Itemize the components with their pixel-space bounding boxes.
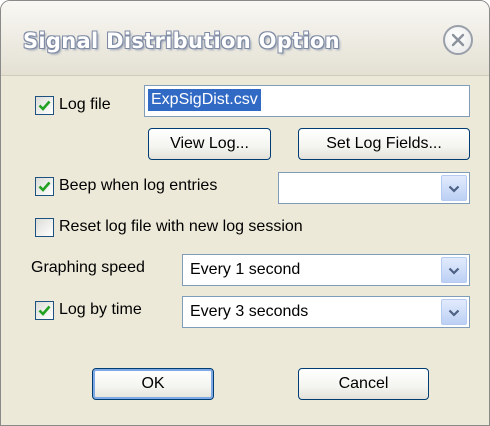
dialog-window: Signal Distribution Option Log file ExpS… (0, 0, 490, 426)
beep-entries-dropdown[interactable] (278, 172, 470, 204)
title-bar[interactable]: Signal Distribution Option (1, 1, 489, 76)
beep-label: Beep when log entries (59, 177, 218, 194)
log-file-field[interactable]: ExpSigDist.csv (144, 85, 470, 117)
dialog-body: Log file ExpSigDist.csv View Log... Set … (1, 76, 489, 425)
ok-button[interactable]: OK (92, 368, 214, 400)
beep-checkbox[interactable] (35, 177, 54, 196)
checkmark-icon (38, 181, 51, 192)
set-log-fields-button[interactable]: Set Log Fields... (298, 128, 470, 160)
log-by-time-value: Every 3 seconds (190, 303, 309, 320)
graphing-speed-dropdown-arrow[interactable] (441, 257, 467, 283)
log-by-time-dropdown[interactable]: Every 3 seconds (182, 296, 470, 328)
window-title: Signal Distribution Option (23, 29, 340, 53)
chevron-down-icon (448, 309, 460, 317)
beep-dropdown-arrow[interactable] (441, 175, 467, 201)
log-file-checkbox[interactable] (35, 96, 54, 115)
close-icon (451, 33, 465, 47)
checkmark-icon (38, 100, 51, 111)
graphing-speed-label: Graphing speed (31, 259, 145, 276)
close-button[interactable] (443, 25, 473, 55)
reset-log-checkbox[interactable] (35, 218, 54, 237)
graphing-speed-dropdown[interactable]: Every 1 second (182, 254, 470, 286)
reset-log-label: Reset log file with new log session (59, 218, 303, 235)
chevron-down-icon (448, 185, 460, 193)
chevron-down-icon (448, 267, 460, 275)
log-file-label: Log file (59, 96, 111, 113)
checkmark-icon (38, 305, 51, 316)
log-by-time-dropdown-arrow[interactable] (441, 299, 467, 325)
log-by-time-label: Log by time (59, 301, 142, 318)
view-log-button[interactable]: View Log... (148, 128, 271, 160)
cancel-button[interactable]: Cancel (298, 368, 429, 400)
log-file-value: ExpSigDist.csv (148, 89, 261, 111)
graphing-speed-value: Every 1 second (190, 261, 301, 278)
log-by-time-checkbox[interactable] (35, 301, 54, 320)
